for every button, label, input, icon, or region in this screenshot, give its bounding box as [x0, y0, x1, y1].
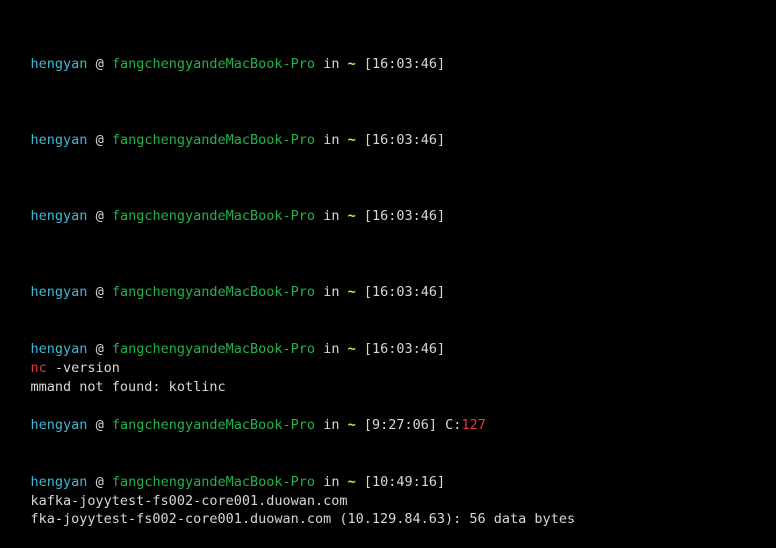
- prompt-host: fangchengyandeMacBook-Pro: [111, 417, 316, 433]
- prompt-user: hengyan: [30, 132, 88, 148]
- prompt-time: [10:49:16]: [363, 474, 446, 490]
- error-output: mmand not found: kotlinc: [30, 379, 226, 395]
- prompt-dir: ~: [347, 56, 356, 72]
- prompt-line: hengyan @ fangchengyandeMacBook-Pro in ~…: [0, 397, 486, 433]
- output-line: fka-joyytest-fs002-core001.duowan.com (1…: [0, 491, 576, 527]
- prompt-dir: ~: [347, 474, 356, 490]
- prompt-dir: ~: [347, 132, 356, 148]
- terminal-window[interactable]: hengyan @ fangchengyandeMacBook-Pro in ~…: [0, 0, 776, 527]
- prompt-user: hengyan: [30, 56, 88, 72]
- prompt-line: hengyan @ fangchengyandeMacBook-Pro in ~…: [0, 112, 446, 148]
- command-line: nc -version: [0, 340, 120, 376]
- prompt-host: fangchengyandeMacBook-Pro: [111, 132, 316, 148]
- prompt-user: hengyan: [30, 284, 88, 300]
- prompt-time: [16:03:46]: [363, 208, 446, 224]
- prompt-dir: ~: [347, 417, 356, 433]
- prompt-user: hengyan: [30, 208, 88, 224]
- exit-code-label: C:: [445, 417, 462, 433]
- prompt-at: @: [95, 417, 104, 433]
- command-line: kafka-joyytest-fs002-core001.duowan.com: [0, 473, 348, 509]
- prompt-time: [9:27:06]: [363, 417, 438, 433]
- prompt-in: in: [323, 341, 340, 357]
- prompt-in: in: [323, 208, 340, 224]
- prompt-time: [16:03:46]: [363, 132, 446, 148]
- prompt-at: @: [95, 132, 104, 148]
- exit-code-value: 127: [461, 417, 486, 433]
- prompt-in: in: [323, 417, 340, 433]
- prompt-at: @: [95, 56, 104, 72]
- prompt-dir: ~: [347, 284, 356, 300]
- prompt-line: hengyan @ fangchengyandeMacBook-Pro in ~…: [0, 188, 446, 224]
- prompt-in: in: [323, 284, 340, 300]
- prompt-host: fangchengyandeMacBook-Pro: [111, 56, 316, 72]
- prompt-time: [16:03:46]: [363, 284, 446, 300]
- prompt-dir: ~: [347, 341, 356, 357]
- prompt-line: hengyan @ fangchengyandeMacBook-Pro in ~…: [0, 264, 446, 300]
- prompt-in: in: [323, 132, 340, 148]
- prompt-line: hengyan @ fangchengyandeMacBook-Pro in ~…: [0, 36, 446, 72]
- prompt-line: hengyan @ fangchengyandeMacBook-Pro in ~…: [0, 321, 446, 357]
- error-output-line: mmand not found: kotlinc: [0, 359, 226, 395]
- prompt-time: [16:03:46]: [363, 341, 446, 357]
- prompt-host: fangchengyandeMacBook-Pro: [111, 208, 316, 224]
- prompt-at: @: [95, 208, 104, 224]
- ping-output: fka-joyytest-fs002-core001.duowan.com (1…: [30, 511, 576, 527]
- prompt-user: hengyan: [30, 417, 88, 433]
- prompt-at: @: [95, 284, 104, 300]
- prompt-in: in: [323, 56, 340, 72]
- prompt-time: [16:03:46]: [363, 56, 446, 72]
- prompt-host: fangchengyandeMacBook-Pro: [111, 341, 316, 357]
- prompt-host: fangchengyandeMacBook-Pro: [111, 284, 316, 300]
- prompt-dir: ~: [347, 208, 356, 224]
- prompt-line: hengyan @ fangchengyandeMacBook-Pro in ~…: [0, 454, 446, 490]
